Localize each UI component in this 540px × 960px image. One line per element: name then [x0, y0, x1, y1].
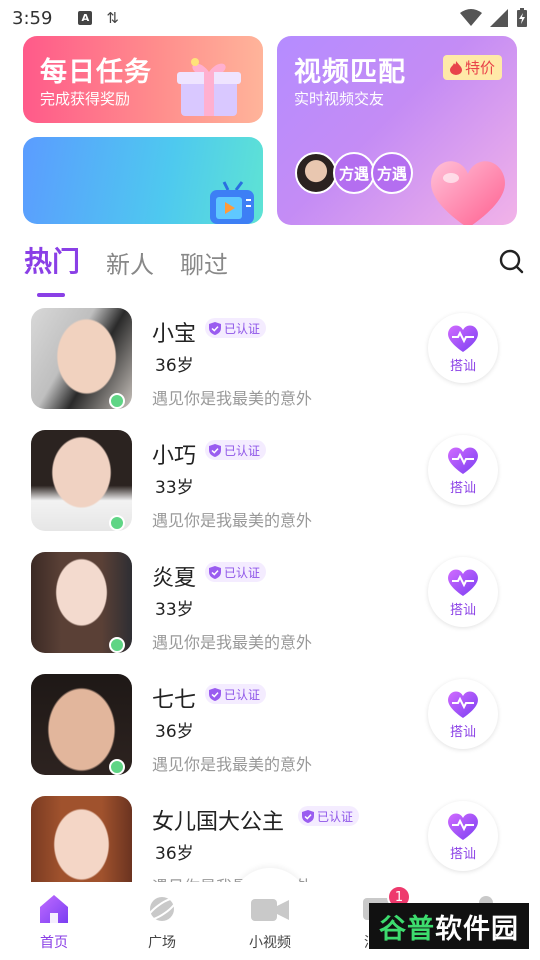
greet-button[interactable]: 搭讪 [428, 801, 498, 871]
active-tab-indicator [37, 293, 65, 297]
notification-a-icon: A [78, 11, 93, 25]
planet-icon [146, 897, 178, 921]
greet-label: 搭讪 [449, 724, 476, 740]
avatar [295, 152, 337, 194]
greet-button[interactable]: 搭讪 [428, 679, 498, 749]
user-age: 33岁 [155, 600, 194, 620]
list-item[interactable]: 小宝 已认证 36岁 遇见你是我最美的意外 搭讪 [0, 308, 540, 410]
avatar: 方遇 [371, 152, 413, 194]
user-name: 七七 [152, 688, 197, 713]
watermark-logo: 谷普软件园 [369, 903, 529, 949]
verified-label: 已认证 [317, 809, 354, 824]
greet-button[interactable]: 搭讪 [428, 557, 498, 627]
nav-plaza[interactable]: 广场 [108, 882, 216, 960]
user-list[interactable]: 小宝 已认证 36岁 遇见你是我最美的意外 搭讪 小巧 已认证 33岁 遇见你是… [0, 308, 540, 882]
verified-badge: 已认证 [298, 806, 360, 826]
tab-chatted[interactable]: 聊过 [180, 245, 228, 280]
user-age: 33岁 [155, 478, 194, 498]
nav-short-video[interactable]: 小视频 [216, 882, 324, 960]
nav-home-label: 首页 [40, 935, 68, 951]
verified-badge: 已认证 [205, 318, 267, 338]
flame-icon [449, 60, 462, 75]
nav-plaza-label: 广场 [148, 935, 176, 951]
matched-avatars: 方遇 方遇 [295, 152, 413, 194]
online-indicator [109, 393, 125, 409]
heart-icon [431, 161, 505, 225]
verified-label: 已认证 [224, 321, 261, 336]
greet-label: 搭讪 [449, 358, 476, 374]
greet-button[interactable]: 搭讪 [428, 435, 498, 505]
user-age: 36岁 [155, 722, 194, 742]
list-item[interactable]: 七七 已认证 36岁 遇见你是我最美的意外 搭讪 [0, 674, 540, 776]
greet-label: 搭讪 [449, 846, 476, 862]
user-motto: 遇见你是我最美的意外 [152, 389, 313, 408]
heart-wave-icon [448, 447, 478, 474]
list-item[interactable]: 炎夏 已认证 33岁 遇见你是我最美的意外 搭讪 [0, 552, 540, 654]
online-indicator [109, 759, 125, 775]
heart-wave-icon [448, 569, 478, 596]
special-price-label: 特价 [464, 59, 495, 77]
home-icon [40, 895, 68, 923]
greet-label: 搭讪 [449, 480, 476, 496]
user-motto: 遇见你是我最美的意外 [152, 633, 313, 652]
nav-home[interactable]: 首页 [0, 882, 108, 960]
video-match-title: 视频匹配 [294, 57, 406, 88]
shield-check-icon [302, 809, 314, 823]
daily-task-banner[interactable]: 每日任务 完成获得奖励 [23, 36, 263, 123]
user-name: 女儿国大公主 [152, 810, 285, 835]
video-camera-icon [251, 899, 289, 921]
status-bar: 3:59 A ⇅ [0, 0, 540, 36]
heart-wave-icon [448, 813, 478, 840]
greet-label: 搭讪 [449, 602, 476, 618]
special-price-badge: 特价 [442, 55, 502, 80]
gift-box-icon [177, 58, 241, 116]
tab-hot[interactable]: 热门 [24, 240, 80, 280]
user-name: 小宝 [152, 322, 197, 347]
feed-tabs: 热门 新人 聊过 [24, 240, 228, 280]
battery-icon [517, 8, 527, 27]
greet-button[interactable]: 搭讪 [428, 313, 498, 383]
verified-label: 已认证 [224, 443, 261, 458]
tab-new[interactable]: 新人 [106, 245, 154, 280]
signal-icon [490, 9, 508, 27]
shield-check-icon [209, 565, 221, 579]
avatar-text: 方遇 [338, 164, 369, 183]
verified-label: 已认证 [224, 687, 261, 702]
verified-badge: 已认证 [205, 562, 267, 582]
verified-badge: 已认证 [205, 440, 267, 460]
nav-short-video-label: 小视频 [249, 935, 291, 951]
user-age: 36岁 [155, 356, 194, 376]
user-photo[interactable] [31, 796, 132, 882]
shield-check-icon [209, 443, 221, 457]
promo-banner[interactable] [23, 137, 263, 224]
user-motto: 遇见你是我最美的意外 [152, 755, 313, 774]
avatar-text: 方遇 [376, 164, 407, 183]
list-item[interactable]: 小巧 已认证 33岁 遇见你是我最美的意外 搭讪 [0, 430, 540, 532]
user-name: 炎夏 [152, 566, 197, 591]
user-name: 小巧 [152, 444, 197, 469]
video-match-subtitle: 实时视频交友 [294, 90, 385, 108]
verified-label: 已认证 [224, 565, 261, 580]
online-indicator [109, 637, 125, 653]
shield-check-icon [209, 321, 221, 335]
daily-task-subtitle: 完成获得奖励 [40, 90, 131, 108]
heart-wave-icon [448, 691, 478, 718]
avatar: 方遇 [333, 152, 375, 194]
shield-check-icon [209, 687, 221, 701]
user-age: 36岁 [155, 844, 194, 864]
heart-wave-icon [448, 325, 478, 352]
user-motto: 遇见你是我最美的意外 [152, 511, 313, 530]
daily-task-title: 每日任务 [40, 57, 152, 88]
watermark-text: 谷普软件园 [379, 907, 519, 946]
online-indicator [109, 515, 125, 531]
tv-icon [210, 181, 254, 224]
verified-badge: 已认证 [205, 684, 267, 704]
video-match-banner[interactable]: 视频匹配 实时视频交友 特价 方遇 方遇 [277, 36, 517, 225]
data-transfer-icon: ⇅ [106, 9, 119, 27]
status-time: 3:59 [12, 7, 53, 29]
wifi-icon [460, 9, 482, 26]
search-icon[interactable] [498, 248, 524, 274]
